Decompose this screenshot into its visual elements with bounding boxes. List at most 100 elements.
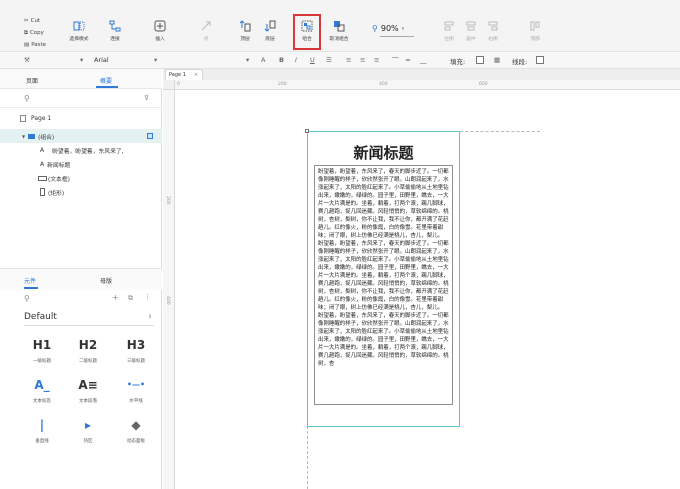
outline-item-rect[interactable]: (矩形) bbox=[18, 185, 162, 199]
tab-masters[interactable]: 母版 bbox=[100, 276, 112, 285]
tab-pages[interactable]: 页面 bbox=[26, 76, 38, 85]
library-select[interactable]: Default ⇕ bbox=[24, 312, 154, 326]
copy-button[interactable]: ⧉ Copy bbox=[24, 27, 46, 39]
more-icon[interactable]: ⋮ bbox=[144, 293, 151, 301]
outline-item-textbox[interactable]: (文本框) bbox=[18, 171, 162, 185]
rectangle-icon bbox=[40, 188, 45, 196]
resize-handle[interactable] bbox=[305, 129, 309, 133]
outline-tree: ▼ (组合) A 盼望着，盼望着，东风来了, A 新闻标题 (文本框) (矩形) bbox=[0, 129, 162, 199]
ungroup-button[interactable]: 取消组合 bbox=[322, 18, 356, 46]
line-color-swatch[interactable] bbox=[536, 56, 544, 64]
widget-h2[interactable]: H2 二级标题 bbox=[66, 337, 110, 375]
widget-h1[interactable]: H1 一级标题 bbox=[20, 337, 64, 375]
fill-style-icon[interactable]: ▦ bbox=[494, 56, 500, 64]
widget-vline[interactable]: | 垂直线 bbox=[20, 417, 64, 455]
widget-hline[interactable]: •—• 水平线 bbox=[114, 377, 158, 415]
search-icon: ⚲ bbox=[24, 94, 30, 103]
folder-icon bbox=[28, 133, 36, 139]
chevron-updown-icon: ⇕ bbox=[147, 314, 152, 320]
ruler-corner bbox=[163, 80, 175, 90]
send-to-back-button[interactable]: 底层 bbox=[253, 18, 287, 46]
align-text-right-icon[interactable]: ≡ bbox=[374, 56, 379, 64]
line-label: 线段: bbox=[512, 58, 528, 66]
ungroup-icon bbox=[334, 21, 345, 32]
page-icon bbox=[20, 115, 26, 122]
body-text: 盼望着，盼望着，东风来了，春天的脚步近了。一切都像刚睡醒的样子，欣欣然张开了眼。… bbox=[318, 169, 449, 367]
tab-widgets[interactable]: 元件 bbox=[24, 276, 36, 285]
group-button-highlight bbox=[293, 14, 321, 50]
body-textbox[interactable]: 盼望着，盼望着，东风来了，春天的脚步近了。一切都像刚睡醒的样子，欣欣然张开了眼。… bbox=[314, 165, 453, 405]
widget-h3[interactable]: H3 三级标题 bbox=[114, 337, 158, 375]
panel-tabs: 页面 概要 bbox=[0, 69, 162, 89]
tab-underline bbox=[24, 287, 38, 289]
widget-text-label[interactable]: A_ 文本标签 bbox=[20, 377, 64, 415]
left-panel: 页面 概要 ⚲ ⊽ Page 1 ▼ (组合) A 盼望着，盼望着，东风来了, … bbox=[0, 69, 162, 489]
align-text-center-icon[interactable]: ≡ bbox=[360, 56, 365, 64]
connect-button[interactable]: 连接 bbox=[98, 18, 132, 46]
tab-outline[interactable]: 概要 bbox=[100, 76, 112, 85]
underline-icon[interactable]: U bbox=[310, 56, 315, 64]
font-family-select[interactable]: Arial bbox=[94, 56, 109, 64]
valign-bottom-icon[interactable]: ⎽ bbox=[420, 56, 427, 65]
zoom-dropdown[interactable]: ⚲ 90% ▾ bbox=[372, 24, 404, 33]
widget-search[interactable]: ⚲ + ⧉ ⋮ bbox=[0, 290, 162, 308]
close-icon[interactable]: × bbox=[194, 72, 198, 78]
news-title[interactable]: 新闻标题 bbox=[307, 142, 460, 163]
textbox-icon bbox=[38, 175, 47, 181]
search-icon: ⚲ bbox=[24, 294, 30, 303]
list-icon[interactable]: ☰ bbox=[326, 56, 332, 64]
bring-to-front-icon bbox=[239, 20, 251, 32]
vertical-ruler: 200 400 bbox=[163, 90, 175, 489]
outline-search[interactable]: ⚲ ⊽ bbox=[0, 90, 162, 108]
align-top-icon bbox=[530, 21, 540, 31]
tab-underline bbox=[96, 86, 118, 88]
send-to-back-icon bbox=[264, 20, 276, 32]
cut-button[interactable]: ✂ Cut bbox=[24, 15, 46, 27]
chevron-down-icon[interactable]: ▾ bbox=[246, 56, 249, 64]
bold-icon[interactable]: B bbox=[279, 56, 284, 64]
outline-item-group[interactable]: ▼ (组合) bbox=[0, 129, 162, 143]
canvas-tab-bar: Page 1 × bbox=[163, 69, 680, 80]
page-item[interactable]: Page 1 bbox=[20, 115, 51, 122]
filter-icon[interactable]: ⊽ bbox=[144, 94, 149, 102]
library-tabs: 元件 母版 bbox=[0, 268, 162, 290]
point-icon bbox=[201, 21, 211, 31]
italic-icon[interactable]: I bbox=[295, 56, 297, 64]
style-icon[interactable]: ⚒ bbox=[24, 56, 30, 64]
insert-button[interactable]: 插入 bbox=[143, 18, 177, 46]
align-text-left-icon[interactable]: ≡ bbox=[346, 56, 351, 64]
text-icon: A bbox=[40, 160, 45, 168]
format-bar: ⚒ ▾ Arial ▾ ▾ A B I U ☰ ≡ ≡ ≡ ⎺ ═ ⎽ 填充: … bbox=[0, 52, 680, 69]
copy-icon: ⧉ bbox=[24, 30, 28, 36]
fill-color-swatch[interactable] bbox=[476, 56, 484, 64]
add-library-icon[interactable]: + bbox=[112, 293, 119, 302]
widget-dynamic-panel[interactable]: ◆ 动态面板 bbox=[114, 417, 158, 455]
paste-icon: ▤ bbox=[24, 42, 30, 48]
clipboard-group: ✂ Cut ⧉ Copy ▤ Paste bbox=[24, 15, 46, 51]
chevron-down-icon[interactable]: ▾ bbox=[80, 56, 83, 64]
widget-paragraph[interactable]: A≡ 文本段落 bbox=[66, 377, 110, 415]
point-button[interactable]: 点 bbox=[189, 18, 223, 46]
select-mode-icon bbox=[73, 21, 85, 31]
visibility-toggle-icon[interactable] bbox=[147, 133, 153, 139]
import-icon[interactable]: ⧉ bbox=[128, 294, 133, 303]
search-icon: ⚲ bbox=[372, 24, 378, 33]
align-top-button[interactable]: 顶部 bbox=[518, 18, 552, 46]
font-color-icon[interactable]: A bbox=[261, 56, 265, 64]
tab-page-1[interactable]: Page 1 × bbox=[165, 69, 203, 80]
align-right-button[interactable]: 右侧 bbox=[476, 18, 510, 46]
chevron-down-icon[interactable]: ▾ bbox=[154, 56, 157, 64]
outline-item-text[interactable]: A 盼望着，盼望着，东风来了, bbox=[18, 143, 162, 157]
valign-middle-icon[interactable]: ═ bbox=[406, 56, 410, 64]
paste-button[interactable]: ▤ Paste bbox=[24, 39, 46, 51]
text-icon: A bbox=[40, 146, 45, 154]
select-mode-button[interactable]: 选择模式 bbox=[62, 18, 96, 46]
valign-top-icon[interactable]: ⎺ bbox=[392, 56, 399, 65]
chevron-down-icon: ▼ bbox=[22, 133, 26, 139]
scissors-icon: ✂ bbox=[24, 18, 29, 24]
plus-circle-icon bbox=[154, 20, 166, 32]
zoom-underline bbox=[380, 36, 414, 37]
outline-item-title[interactable]: A 新闻标题 bbox=[18, 157, 162, 171]
connector-icon bbox=[109, 20, 121, 32]
widget-hotspot[interactable]: ▸ 热区 bbox=[66, 417, 110, 455]
